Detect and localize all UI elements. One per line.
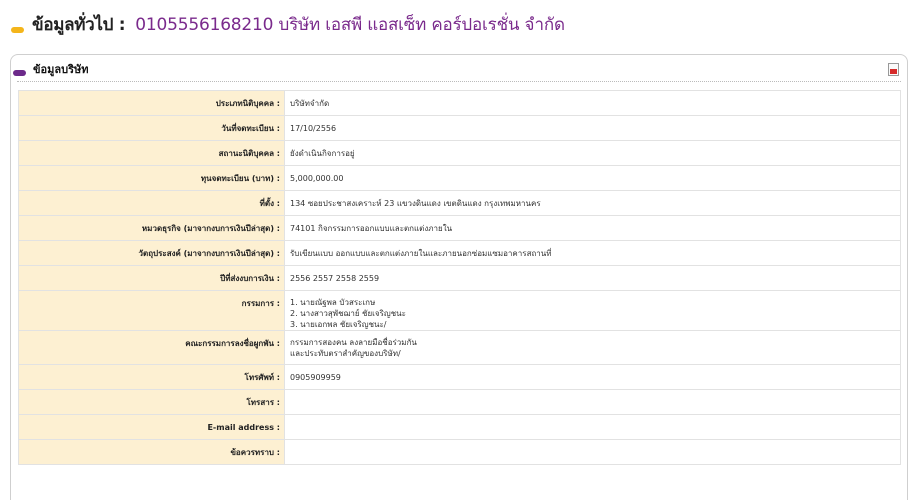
row-label: โทรศัพท์ : bbox=[18, 364, 285, 390]
director-item: 3. นายเอกพล ชัยเจริญชนะ/ bbox=[290, 320, 387, 329]
panel-title: ข้อมูลบริษัท bbox=[33, 63, 89, 76]
row-value: 134 ซอยประชาสงเคราะห์ 23 แขวงดินแดง เขตด… bbox=[284, 190, 901, 216]
company-id-name: 0105556168210 บริษัท เอสพี แอสเซ็ท คอร์ป… bbox=[135, 14, 565, 35]
panel-header: ข้อมูลบริษัท bbox=[13, 55, 901, 82]
page-title: ข้อมูลทั่วไป : bbox=[32, 14, 126, 35]
row-label: ประเภทนิติบุคคล : bbox=[18, 90, 285, 116]
signing-authority: กรรมการสองคน ลงลายมือชื่อร่วมกัน และประท… bbox=[284, 330, 901, 365]
directors-list: 1. นายณัฐพล บัวสระเกษ 2. นางสาวสุพัชฌาย์… bbox=[284, 290, 901, 331]
table-row: คณะกรรมการลงชื่อผูกพัน : กรรมการสองคน ลง… bbox=[18, 330, 901, 365]
director-item: 2. นางสาวสุพัชฌาย์ ชัยเจริญชนะ bbox=[290, 309, 406, 318]
signing-line: กรรมการสองคน ลงลายมือชื่อร่วมกัน bbox=[290, 338, 417, 347]
row-value: บริษัทจำกัด bbox=[284, 90, 901, 116]
row-label: ปีที่ส่งงบการเงิน : bbox=[18, 265, 285, 291]
table-row: ประเภทนิติบุคคล : บริษัทจำกัด bbox=[18, 90, 901, 116]
row-label: คณะกรรมการลงชื่อผูกพัน : bbox=[18, 330, 285, 365]
company-info-panel: ข้อมูลบริษัท ประเภทนิติบุคคล : บริษัทจำก… bbox=[10, 54, 908, 500]
row-label: กรรมการ : bbox=[18, 290, 285, 331]
table-row: สถานะนิติบุคคล : ยังดำเนินกิจการอยู่ bbox=[18, 140, 901, 166]
row-label: วัตถุประสงค์ (มาจากงบการเงินปีล่าสุด) : bbox=[18, 240, 285, 266]
header-accent-bar bbox=[11, 27, 24, 33]
row-label: โทรสาร : bbox=[18, 389, 285, 415]
table-row: วันที่จดทะเบียน : 17/10/2556 bbox=[18, 115, 901, 141]
row-label: หมวดธุรกิจ (มาจากงบการเงินปีล่าสุด) : bbox=[18, 215, 285, 241]
row-label: ข้อควรทราบ : bbox=[18, 439, 285, 465]
row-value: รับเขียนแบบ ออกแบบและตกแต่งภายในและภายนอ… bbox=[284, 240, 901, 266]
row-label: ที่ตั้ง : bbox=[18, 190, 285, 216]
table-row: ข้อควรทราบ : bbox=[18, 439, 901, 465]
table-row: โทรสาร : bbox=[18, 389, 901, 415]
director-item: 1. นายณัฐพล บัวสระเกษ bbox=[290, 298, 376, 307]
signing-line: และประทับตราสำคัญของบริษัท/ bbox=[290, 349, 401, 358]
email-value bbox=[284, 414, 901, 440]
row-label: ทุนจดทะเบียน (บาท) : bbox=[18, 165, 285, 191]
row-value: 5,000,000.00 bbox=[284, 165, 901, 191]
company-info-page: ข้อมูลทั่วไป : 0105556168210 บริษัท เอสพ… bbox=[0, 0, 918, 500]
row-value: 17/10/2556 bbox=[284, 115, 901, 141]
table-row: ทุนจดทะเบียน (บาท) : 5,000,000.00 bbox=[18, 165, 901, 191]
row-label: สถานะนิติบุคคล : bbox=[18, 140, 285, 166]
row-label: E-mail address : bbox=[18, 414, 285, 440]
page-header: ข้อมูลทั่วไป : 0105556168210 บริษัท เอสพ… bbox=[11, 11, 565, 37]
pdf-icon[interactable] bbox=[888, 63, 899, 76]
panel-accent-bar bbox=[13, 70, 26, 76]
table-row: ที่ตั้ง : 134 ซอยประชาสงเคราะห์ 23 แขวงด… bbox=[18, 190, 901, 216]
table-row: วัตถุประสงค์ (มาจากงบการเงินปีล่าสุด) : … bbox=[18, 240, 901, 266]
table-row: กรรมการ : 1. นายณัฐพล บัวสระเกษ 2. นางสา… bbox=[18, 290, 901, 331]
notes-value bbox=[284, 439, 901, 465]
table-row: โทรศัพท์ : 0905909959 bbox=[18, 364, 901, 390]
fax-value bbox=[284, 389, 901, 415]
row-value: 74101 กิจกรรมการออกแบบและตกแต่งภายใน bbox=[284, 215, 901, 241]
row-value: ยังดำเนินกิจการอยู่ bbox=[284, 140, 901, 166]
phone-value: 0905909959 bbox=[284, 364, 901, 390]
table-row: หมวดธุรกิจ (มาจากงบการเงินปีล่าสุด) : 74… bbox=[18, 215, 901, 241]
table-row: E-mail address : bbox=[18, 414, 901, 440]
company-info-table: ประเภทนิติบุคคล : บริษัทจำกัด วันที่จดทะ… bbox=[18, 90, 901, 465]
table-row: ปีที่ส่งงบการเงิน : 2556 2557 2558 2559 bbox=[18, 265, 901, 291]
row-label: วันที่จดทะเบียน : bbox=[18, 115, 285, 141]
row-value: 2556 2557 2558 2559 bbox=[284, 265, 901, 291]
